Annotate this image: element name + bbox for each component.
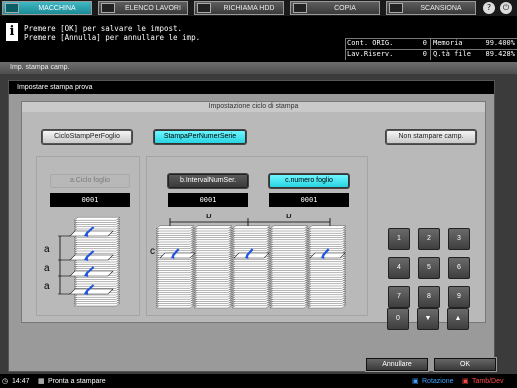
message-line-1: Premere [OK] per salvare le impost. — [24, 24, 183, 33]
tab-job-list-label: ELENCO LAVORI — [125, 4, 181, 12]
status-bar: ◷ 14:47 ▦ Pronta a stampare ▣ Rotazione … — [0, 376, 517, 388]
key-4[interactable]: 4 — [388, 257, 410, 279]
qta-file-value: 89.428% — [485, 50, 515, 58]
tab-copy[interactable]: COPIA — [290, 1, 380, 15]
qta-file-label: Q.tà file — [433, 50, 471, 58]
copy-icon — [293, 3, 307, 13]
help-icon[interactable]: ? — [483, 2, 495, 14]
up-arrow-icon[interactable]: ▲ — [447, 308, 469, 330]
print-cycle-section: Impostazione ciclo di stampa CicloStampP… — [21, 101, 486, 323]
tab-hdd-label: RICHIAMA HDD — [223, 4, 275, 12]
svg-text:a: a — [44, 263, 50, 274]
panel-title: Impostare stampa prova — [9, 81, 494, 94]
cont-orig-value: 0 — [422, 39, 427, 47]
svg-text:c: c — [150, 246, 155, 257]
cont-orig-label: Cont. ORIG. — [347, 39, 394, 47]
hdd-icon — [197, 3, 211, 13]
rotation-icon: ▣ — [412, 378, 419, 385]
no-sample-print-button[interactable]: Non stampare camp. — [386, 130, 476, 144]
ok-button[interactable]: OK — [434, 358, 496, 371]
top-tab-bar: MACCHINA ELENCO LAVORI RICHIAMA HDD COPI… — [0, 0, 517, 16]
info-icon: i — [6, 23, 18, 41]
cycle-per-sheet-button[interactable]: CicloStampPerFoglio — [42, 130, 132, 144]
lav-riserv-label: Lav.Riserv. — [347, 50, 394, 58]
svg-text:b: b — [286, 214, 292, 221]
tamb-icon: ▣ — [462, 378, 469, 385]
status-rotation: Rotazione — [422, 378, 454, 385]
left-stack-group: aaa — [44, 217, 121, 307]
serial-interval-value: 0001 — [168, 193, 248, 207]
status-time: 14:47 — [12, 378, 30, 385]
key-2[interactable]: 2 — [418, 228, 440, 250]
printer-icon: ▦ — [38, 378, 45, 385]
cycle-sheet-button: a.Ciclo foglio — [50, 174, 130, 188]
window-title: Imp. stampa camp. — [0, 62, 517, 74]
memoria-label: Memoria — [433, 39, 463, 47]
svg-text:a: a — [44, 244, 50, 255]
memoria-value: 99.400% — [485, 39, 515, 47]
message-area: i Premere [OK] per salvare le impost. Pr… — [0, 16, 345, 60]
serial-interval-diagram: b b c — [150, 214, 347, 309]
status-ready: Pronta a stampare — [48, 378, 106, 385]
svg-text:a: a — [44, 281, 50, 292]
key-9[interactable]: 9 — [448, 286, 470, 308]
key-0[interactable]: 0 — [387, 308, 409, 330]
tab-job-list[interactable]: ELENCO LAVORI — [98, 1, 188, 15]
lav-riserv-value: 0 — [422, 50, 427, 58]
job-list-icon — [101, 3, 115, 13]
key-7[interactable]: 7 — [388, 286, 410, 308]
sheet-number-button[interactable]: c.numero foglio — [269, 174, 349, 188]
down-arrow-icon[interactable]: ▼ — [417, 308, 439, 330]
tab-hdd[interactable]: RICHIAMA HDD — [194, 1, 284, 15]
clock-icon: ◷ — [2, 378, 9, 385]
key-5[interactable]: 5 — [418, 257, 440, 279]
machine-icon — [5, 3, 19, 13]
message-line-2: Premere [Annulla] per annullare le imp. — [24, 33, 201, 42]
tab-machine[interactable]: MACCHINA — [2, 1, 92, 15]
status-tamb: Tamb/Dev — [472, 378, 504, 385]
tab-machine-label: MACCHINA — [38, 4, 76, 12]
print-per-serial-button[interactable]: StampaPerNumerSerie — [154, 130, 246, 144]
serial-interval-button[interactable]: b.IntervalNumSer. — [168, 174, 248, 188]
key-1[interactable]: 1 — [388, 228, 410, 250]
section-title: Impostazione ciclo di stampa — [22, 102, 485, 112]
main-window: Imp. stampa camp. Impostare stampa prova… — [0, 62, 517, 374]
key-6[interactable]: 6 — [448, 257, 470, 279]
svg-text:b: b — [206, 214, 212, 221]
cycle-sheet-value: 0001 — [50, 193, 130, 207]
key-8[interactable]: 8 — [418, 286, 440, 308]
scan-icon — [389, 3, 403, 13]
tab-scan-label: SCANSIONA — [420, 4, 462, 12]
sheet-cycle-diagram: aaa — [44, 217, 121, 307]
key-3[interactable]: 3 — [448, 228, 470, 250]
tab-scan[interactable]: SCANSIONA — [386, 1, 476, 15]
cancel-button[interactable]: Annullare — [366, 358, 428, 371]
tab-copy-label: COPIA — [334, 4, 356, 12]
power-icon[interactable]: ⏻ — [500, 2, 512, 14]
counter-panel: Cont. ORIG. 0 Memoria 99.400% Lav.Riserv… — [345, 38, 517, 60]
sheet-number-value: 0001 — [269, 193, 349, 207]
settings-panel: Impostare stampa prova Impostazione cicl… — [8, 80, 495, 372]
